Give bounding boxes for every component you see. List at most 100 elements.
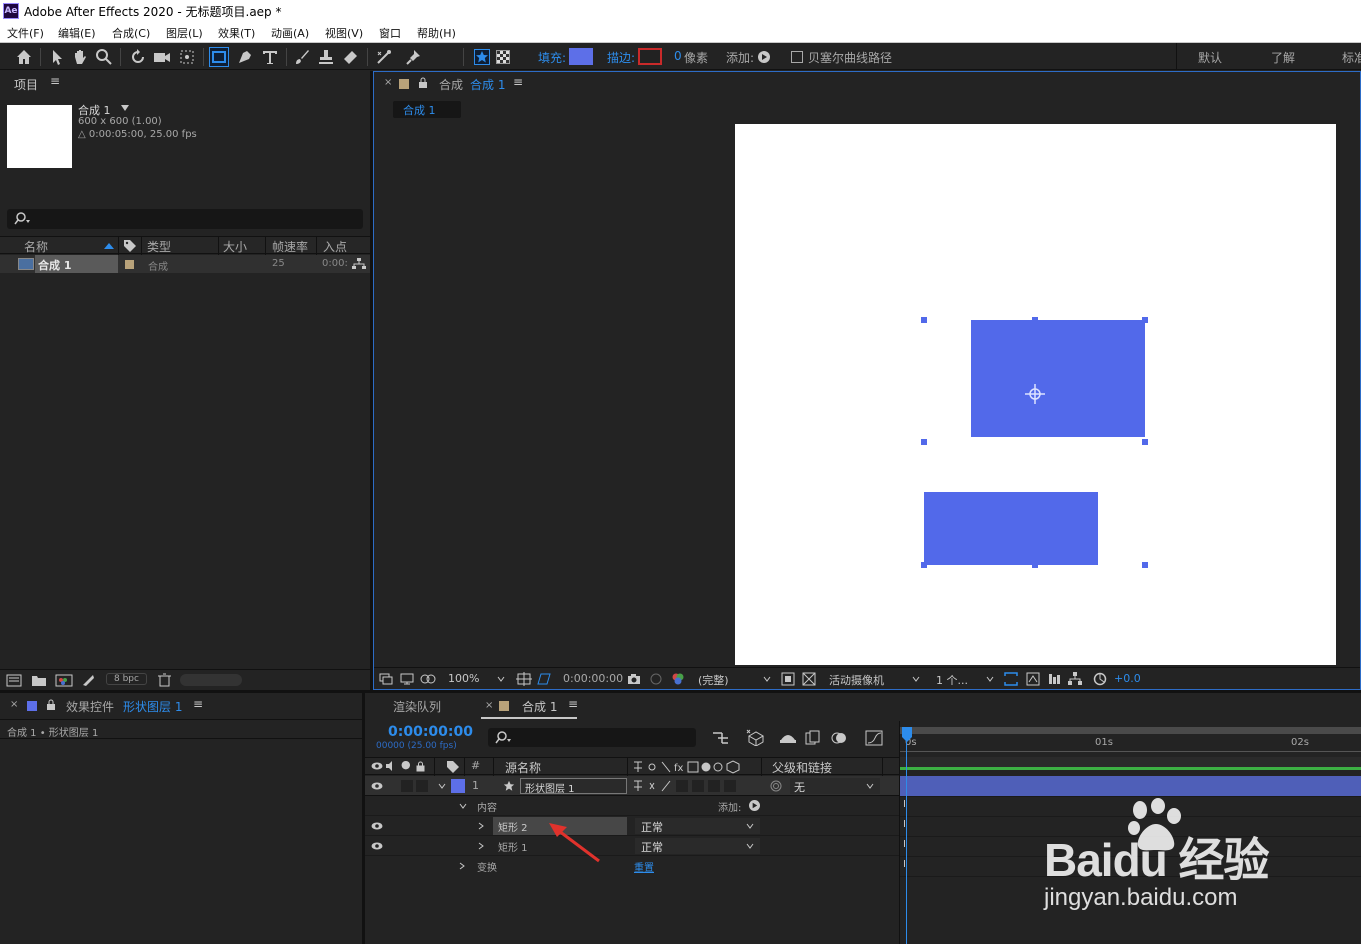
timeline-close-icon[interactable]: × bbox=[485, 700, 493, 711]
trash-icon[interactable] bbox=[158, 673, 171, 687]
puppet-pin-tool-icon[interactable] bbox=[404, 47, 424, 67]
region-of-interest-icon[interactable] bbox=[536, 672, 552, 686]
selection-tool-icon[interactable] bbox=[47, 47, 67, 67]
motion-blur-icon[interactable] bbox=[831, 730, 847, 746]
col-fps[interactable]: 帧速率 bbox=[272, 238, 308, 255]
comp-tab-name[interactable]: 合成 1 bbox=[470, 76, 505, 93]
mask-tool-checker-icon[interactable] bbox=[496, 50, 510, 64]
col-parent-link[interactable]: 父级和链接 bbox=[772, 759, 832, 776]
views-dropdown[interactable]: 1 个... bbox=[936, 672, 968, 688]
comp-flowchart-icon[interactable] bbox=[1047, 672, 1061, 686]
item-label-color[interactable] bbox=[125, 260, 134, 269]
col-size[interactable]: 大小 bbox=[223, 238, 247, 255]
menu-file[interactable]: 文件(F) bbox=[7, 25, 44, 41]
bpc-button[interactable]: 8 bpc bbox=[106, 673, 147, 685]
stroke-width-value[interactable]: 0 bbox=[674, 49, 682, 63]
label-tag-icon[interactable] bbox=[123, 239, 137, 253]
roto-brush-tool-icon[interactable] bbox=[374, 47, 394, 67]
comp-mini-flowchart-icon[interactable] bbox=[712, 730, 730, 746]
pan-behind-tool-icon[interactable] bbox=[177, 47, 197, 67]
timeline-comp-tab[interactable]: 合成 1 bbox=[522, 698, 557, 715]
menu-view[interactable]: 视图(V) bbox=[325, 25, 363, 41]
eraser-tool-icon[interactable] bbox=[341, 47, 361, 67]
video-visibility-icon[interactable] bbox=[371, 761, 383, 771]
always-preview-icon[interactable] bbox=[379, 673, 393, 685]
layer-duration-bar[interactable] bbox=[900, 776, 1361, 796]
stroke-label[interactable]: 描边: bbox=[607, 49, 635, 66]
workspace-standard[interactable]: 标准 bbox=[1342, 49, 1361, 66]
flowchart-icon[interactable] bbox=[352, 258, 366, 270]
solo-icon[interactable]: ● bbox=[401, 758, 411, 771]
comp-dropdown-icon[interactable] bbox=[120, 104, 130, 112]
graph-editor-icon[interactable] bbox=[865, 730, 883, 746]
project-settings-icon[interactable] bbox=[81, 674, 95, 687]
project-panel-title[interactable]: 项目 bbox=[14, 76, 38, 93]
pickwhip-spiral-icon[interactable] bbox=[770, 780, 782, 792]
rect2-visibility-icon[interactable] bbox=[371, 821, 383, 831]
snapshot-camera-icon[interactable] bbox=[627, 673, 641, 685]
transparency-grid-icon[interactable] bbox=[802, 672, 816, 686]
rect1-name[interactable]: 矩形 1 bbox=[498, 839, 528, 854]
resolution-grid-icon[interactable] bbox=[516, 672, 532, 686]
add-content-arrow-icon[interactable] bbox=[749, 800, 760, 811]
rect2-blend-dropdown[interactable]: 正常 bbox=[635, 818, 760, 834]
color-channels-icon[interactable] bbox=[671, 672, 685, 686]
layer-flowchart-icon[interactable] bbox=[1068, 672, 1082, 686]
timeline-panel-icon[interactable] bbox=[1026, 672, 1040, 686]
work-area-bar[interactable] bbox=[900, 727, 1361, 734]
col-in-point[interactable]: 入点 bbox=[323, 238, 347, 255]
workspace-learn[interactable]: 了解 bbox=[1271, 49, 1295, 66]
exposure-value[interactable]: +0.0 bbox=[1114, 672, 1141, 685]
timeline-search-input[interactable] bbox=[488, 728, 696, 747]
monitor-icon[interactable] bbox=[400, 673, 414, 685]
zoom-dropdown[interactable]: 100% bbox=[448, 672, 479, 685]
frame-blending-icon[interactable] bbox=[805, 730, 821, 746]
rectangle-1-shape[interactable] bbox=[924, 492, 1098, 565]
new-folder-icon[interactable] bbox=[31, 674, 47, 687]
project-search-input[interactable] bbox=[7, 209, 363, 229]
layer-name-field[interactable]: 形状图层 1 bbox=[520, 778, 627, 795]
transform-label[interactable]: 变换 bbox=[477, 859, 497, 874]
reset-exposure-icon[interactable] bbox=[1093, 672, 1107, 686]
rect1-expand-icon[interactable] bbox=[478, 842, 484, 850]
contents-label[interactable]: 内容 bbox=[477, 799, 497, 814]
brush-tool-icon[interactable] bbox=[292, 47, 312, 67]
label-tag-icon[interactable] bbox=[446, 760, 460, 774]
hand-tool-icon[interactable] bbox=[70, 47, 90, 67]
lock-column-icon[interactable] bbox=[416, 761, 425, 772]
toggle-pixel-aspect-icon[interactable] bbox=[1004, 672, 1018, 686]
rect2-name[interactable]: 矩形 2 bbox=[498, 819, 528, 834]
interpret-footage-icon[interactable] bbox=[6, 674, 22, 687]
shape-tool-star-icon[interactable] bbox=[474, 49, 490, 65]
lock-icon[interactable] bbox=[46, 699, 56, 711]
audio-icon[interactable] bbox=[385, 761, 397, 771]
layer-row[interactable]: 1 形状图层 1 无 bbox=[365, 776, 899, 796]
col-source-name[interactable]: 源名称 bbox=[505, 759, 541, 776]
render-queue-tab[interactable]: 渲染队列 bbox=[393, 698, 441, 715]
bezier-checkbox[interactable] bbox=[791, 51, 803, 63]
home-icon[interactable] bbox=[14, 47, 34, 67]
fill-label[interactable]: 填充: bbox=[538, 49, 566, 66]
rect1-visibility-icon[interactable] bbox=[371, 841, 383, 851]
layer-switches[interactable] bbox=[632, 779, 758, 793]
contents-expand-icon[interactable] bbox=[459, 803, 467, 809]
rect1-row[interactable]: 矩形 1 正常 bbox=[365, 836, 899, 856]
workspace-default[interactable]: 默认 bbox=[1198, 49, 1222, 66]
comp-canvas[interactable] bbox=[735, 124, 1336, 665]
stroke-color-swatch[interactable] bbox=[638, 48, 662, 65]
project-item-row[interactable]: 合成 1 合成 25 0:00: bbox=[0, 255, 370, 273]
rotate-tool-icon[interactable] bbox=[128, 47, 148, 67]
menu-layer[interactable]: 图层(L) bbox=[166, 25, 203, 41]
time-ruler[interactable]: 0s 01s 02s bbox=[900, 727, 1361, 755]
col-type[interactable]: 类型 bbox=[147, 238, 171, 255]
pen-tool-icon[interactable] bbox=[235, 47, 255, 67]
menu-effect[interactable]: 效果(T) bbox=[218, 25, 255, 41]
layer-expand-chevron-icon[interactable] bbox=[438, 783, 446, 789]
menu-animation[interactable]: 动画(A) bbox=[271, 25, 309, 41]
type-tool-icon[interactable] bbox=[260, 47, 280, 67]
mask-visibility-icon[interactable] bbox=[420, 673, 436, 685]
zoom-tool-icon[interactable] bbox=[94, 47, 114, 67]
reset-link[interactable]: 重置 bbox=[634, 859, 654, 874]
fill-color-swatch[interactable] bbox=[569, 48, 593, 65]
panel-menu-icon[interactable]: ≡ bbox=[568, 697, 578, 711]
